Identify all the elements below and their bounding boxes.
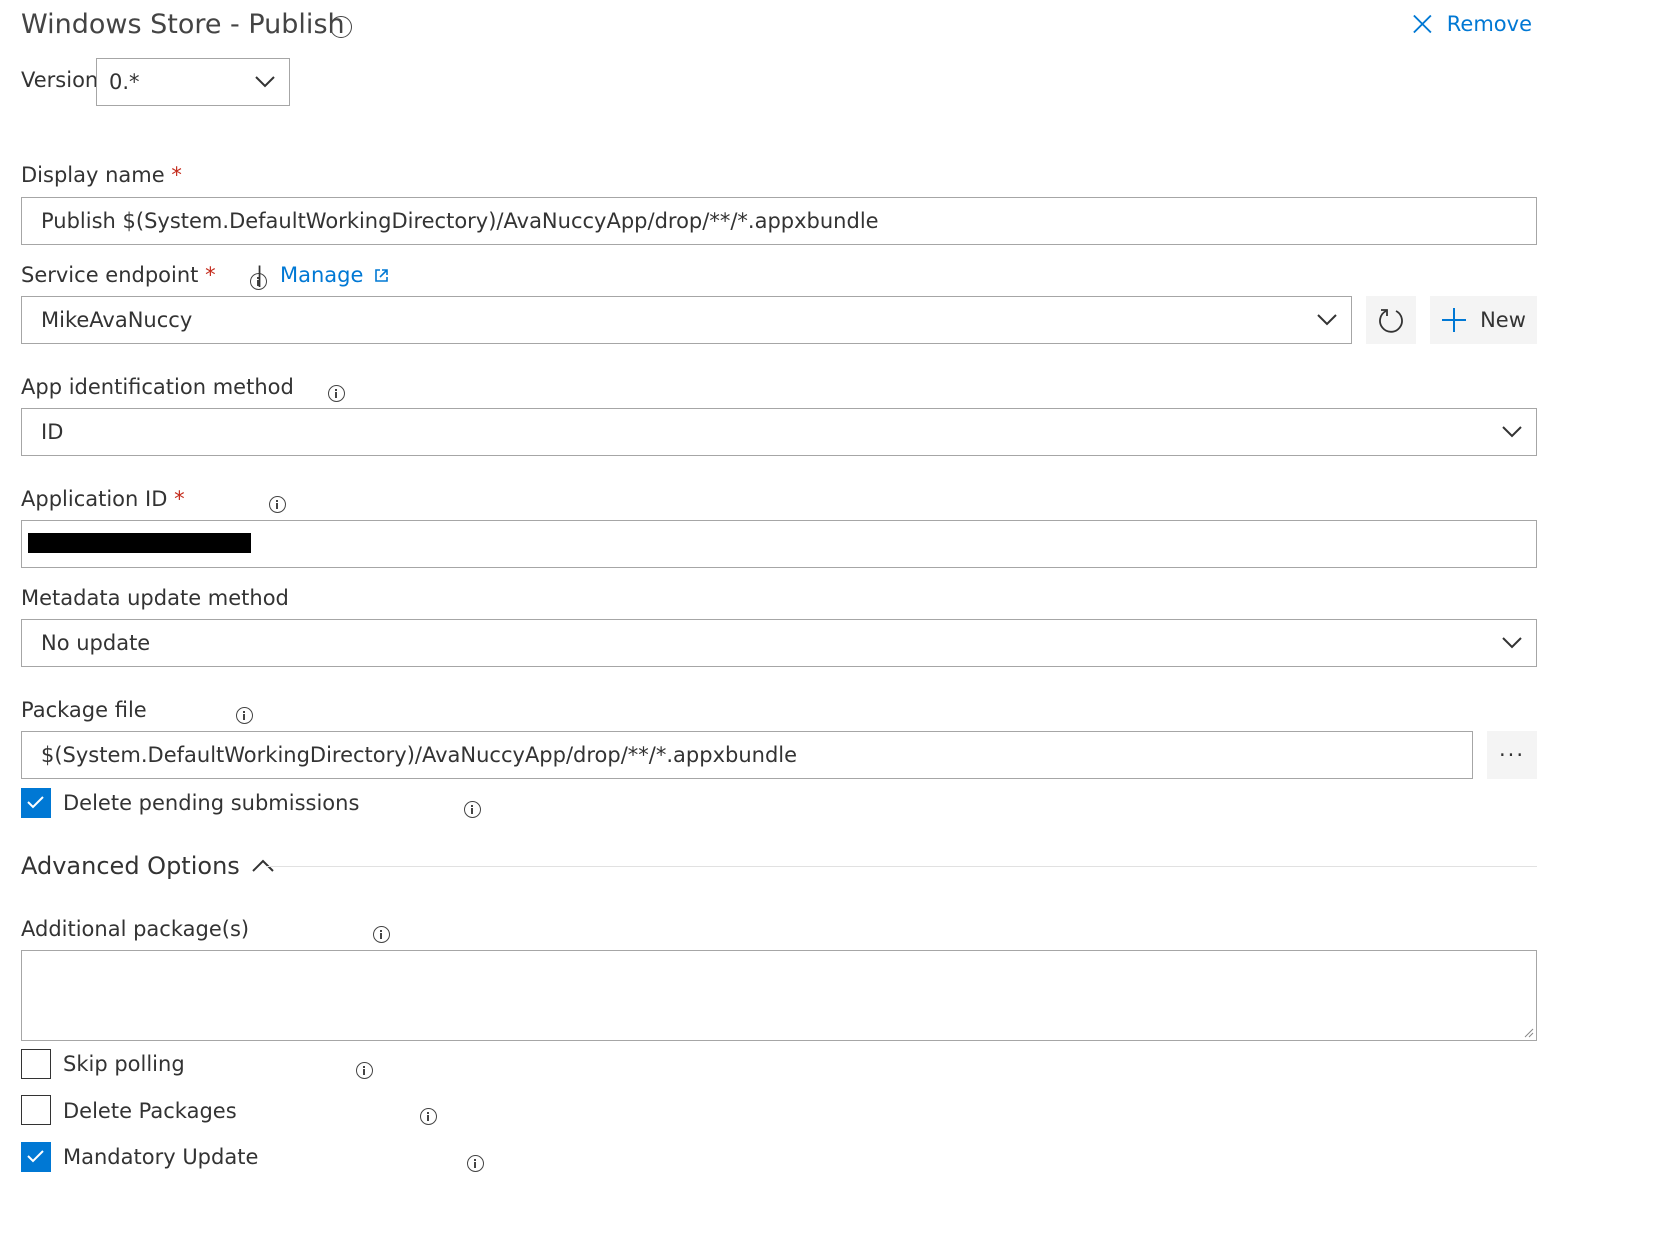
display-name-input[interactable]: Publish $(System.DefaultWorkingDirectory… xyxy=(21,197,1537,245)
remove-button[interactable]: Remove xyxy=(1412,8,1532,40)
mandatory-update-label: Mandatory Update xyxy=(63,1145,259,1169)
info-icon[interactable] xyxy=(466,1155,484,1172)
new-endpoint-button[interactable]: New xyxy=(1430,296,1537,344)
refresh-button[interactable] xyxy=(1366,296,1416,344)
delete-pending-label: Delete pending submissions xyxy=(63,791,360,815)
info-icon[interactable] xyxy=(269,496,287,513)
external-link-icon xyxy=(375,268,389,282)
mandatory-update-checkbox[interactable] xyxy=(21,1142,51,1172)
version-select[interactable]: 0.* xyxy=(96,58,290,106)
redacted-value xyxy=(28,533,251,553)
separator: | xyxy=(256,263,264,287)
info-icon[interactable] xyxy=(328,385,346,402)
service-endpoint-value: MikeAvaNuccy xyxy=(41,308,193,332)
info-icon[interactable] xyxy=(419,1108,437,1125)
checkmark-icon xyxy=(27,1150,44,1163)
service-endpoint-label-text: Service endpoint xyxy=(21,263,199,287)
version-label: Version xyxy=(21,68,99,92)
application-id-input[interactable] xyxy=(21,520,1537,568)
package-file-value: $(System.DefaultWorkingDirectory)/AvaNuc… xyxy=(41,743,798,767)
manage-link[interactable]: Manage xyxy=(280,263,389,287)
app-identification-select[interactable]: ID xyxy=(21,408,1537,456)
chevron-down-icon xyxy=(1502,426,1522,438)
metadata-update-select[interactable]: No update xyxy=(21,619,1537,667)
advanced-options-label: Advanced Options xyxy=(21,852,240,880)
new-label: New xyxy=(1480,308,1526,332)
skip-polling-checkbox[interactable] xyxy=(21,1049,51,1079)
application-id-label-text: Application ID xyxy=(21,487,168,511)
manage-label: Manage xyxy=(280,263,364,287)
delete-pending-checkbox[interactable] xyxy=(21,788,51,818)
metadata-update-label: Metadata update method xyxy=(21,586,289,610)
plus-icon xyxy=(1442,308,1467,332)
more-icon: ··· xyxy=(1498,743,1526,767)
resize-handle-icon[interactable] xyxy=(1524,1028,1534,1038)
additional-packages-label: Additional package(s) xyxy=(21,917,250,941)
info-icon[interactable] xyxy=(464,801,482,818)
info-icon[interactable] xyxy=(372,926,390,943)
checkmark-icon xyxy=(27,796,44,809)
required-mark: * xyxy=(205,263,216,287)
browse-button[interactable]: ··· xyxy=(1487,731,1537,779)
remove-label: Remove xyxy=(1446,12,1532,36)
delete-packages-label: Delete Packages xyxy=(63,1099,237,1123)
app-identification-value: ID xyxy=(41,420,64,444)
display-name-label-text: Display name xyxy=(21,163,165,187)
required-mark: * xyxy=(174,487,185,511)
version-value: 0.* xyxy=(109,70,140,94)
chevron-down-icon xyxy=(1317,314,1337,326)
app-identification-label: App identification method xyxy=(21,375,294,399)
required-mark: * xyxy=(171,163,182,187)
page-title: Windows Store - Publish xyxy=(21,9,345,40)
section-divider xyxy=(267,866,1537,867)
metadata-update-value: No update xyxy=(41,631,151,655)
display-name-label: Display name * xyxy=(21,163,182,187)
display-name-value: Publish $(System.DefaultWorkingDirectory… xyxy=(41,209,879,233)
service-endpoint-select[interactable]: MikeAvaNuccy xyxy=(21,296,1352,344)
info-icon[interactable] xyxy=(355,1062,373,1079)
delete-packages-checkbox[interactable] xyxy=(21,1095,51,1125)
application-id-label: Application ID * xyxy=(21,487,185,511)
additional-packages-textarea[interactable] xyxy=(21,950,1537,1041)
package-file-input[interactable]: $(System.DefaultWorkingDirectory)/AvaNuc… xyxy=(21,731,1473,779)
chevron-down-icon xyxy=(1502,637,1522,649)
refresh-icon xyxy=(1379,309,1403,333)
info-icon[interactable] xyxy=(236,707,254,724)
skip-polling-label: Skip polling xyxy=(63,1052,185,1076)
service-endpoint-label: Service endpoint * xyxy=(21,263,216,287)
package-file-label: Package file xyxy=(21,698,147,722)
info-icon[interactable] xyxy=(330,16,352,38)
advanced-options-toggle[interactable]: Advanced Options xyxy=(21,852,274,880)
close-icon xyxy=(1413,14,1432,34)
chevron-down-icon xyxy=(255,76,275,88)
